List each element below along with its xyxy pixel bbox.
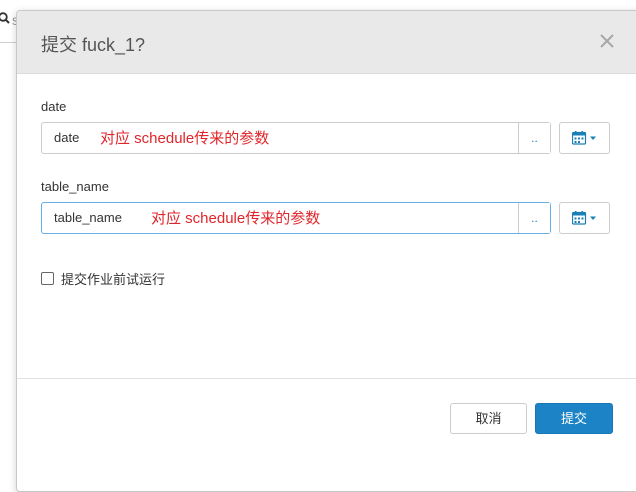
cancel-button[interactable]: 取消 [450,403,527,434]
date-browse-button[interactable]: .. [518,123,550,153]
table-name-annotation: 对应 schedule传来的参数 [151,210,321,227]
footer-divider [17,378,636,379]
table-name-browse-button[interactable]: .. [518,203,550,233]
date-calendar-button[interactable] [559,122,610,154]
dry-run-label[interactable]: 提交作业前试运行 [61,269,165,288]
search-icon [0,12,10,29]
date-field-label: date [41,99,67,114]
close-icon[interactable] [599,33,619,53]
date-input[interactable]: date 对应 schedule传来的参数 .. [41,122,551,154]
table-name-input-value: table_name [54,210,122,225]
submit-button[interactable]: 提交 [535,403,613,434]
table-name-input[interactable]: table_name 对应 schedule传来的参数 .. [41,202,551,234]
submit-dialog: 提交 fuck_1? date date 对应 schedule传来的参数 .. [16,10,636,492]
date-annotation: 对应 schedule传来的参数 [100,130,270,147]
table-name-calendar-button[interactable] [559,202,610,234]
dry-run-checkbox[interactable] [41,272,54,285]
table-name-field-label: table_name [41,179,109,194]
date-input-value: date [54,130,80,145]
calendar-icon [571,131,602,145]
dialog-header: 提交 fuck_1? [17,11,636,74]
calendar-icon [571,211,602,225]
dialog-title: 提交 fuck_1? [41,35,146,55]
